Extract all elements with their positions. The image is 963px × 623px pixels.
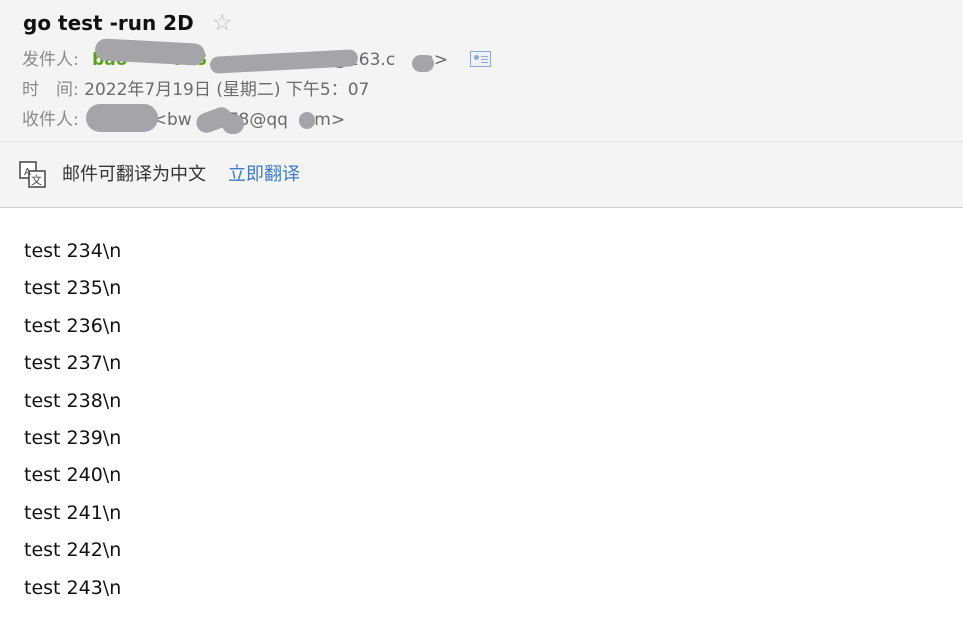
mail-body: test 234\n test 235\n test 236\n test 23…	[24, 236, 121, 610]
recipient-email-head[interactable]: <bw	[153, 110, 192, 130]
redaction-mark	[299, 112, 315, 129]
translate-bar: A 文 邮件可翻译为中文 立即翻译	[0, 142, 963, 208]
body-line: test 235\n	[24, 277, 122, 300]
mail-subject: go test -run 2D	[23, 11, 194, 35]
body-line: test 234\n	[24, 240, 122, 262]
translate-icon: A 文	[19, 161, 46, 188]
mail-header: go test -run 2D ☆ 发件人: bao678@163.cm> 时 …	[0, 0, 963, 142]
time-label: 时 间:	[22, 80, 79, 100]
body-line: test 238\n	[24, 389, 122, 412]
to-row: 收件人: <bw 78@qq om>	[22, 109, 345, 131]
body-line: test 240\n	[24, 464, 122, 487]
body-line: test 242\n	[24, 539, 122, 562]
svg-text:A: A	[24, 167, 31, 178]
body-line: test 241\n	[24, 501, 122, 524]
redaction-mark	[222, 114, 244, 134]
svg-text:文: 文	[31, 173, 42, 187]
translate-prompt: 邮件可翻译为中文	[62, 164, 206, 185]
to-label: 收件人:	[22, 110, 79, 130]
body-line: test 239\n	[24, 426, 122, 449]
body-line: test 236\n	[24, 314, 122, 337]
body-line: test 237\n	[24, 352, 122, 375]
star-icon[interactable]: ☆	[212, 10, 233, 36]
translate-now-link[interactable]: 立即翻译	[228, 164, 300, 186]
redaction-mark	[412, 55, 434, 72]
redaction-mark	[86, 104, 158, 132]
body-line: test 243\n	[24, 576, 122, 599]
time-row: 时 间: 2022年7月19日 (星期二) 下午5：07	[22, 79, 369, 101]
from-label: 发件人:	[22, 50, 79, 70]
time-value: 2022年7月19日 (星期二) 下午5：07	[84, 80, 370, 100]
contact-card-icon[interactable]	[470, 51, 491, 67]
